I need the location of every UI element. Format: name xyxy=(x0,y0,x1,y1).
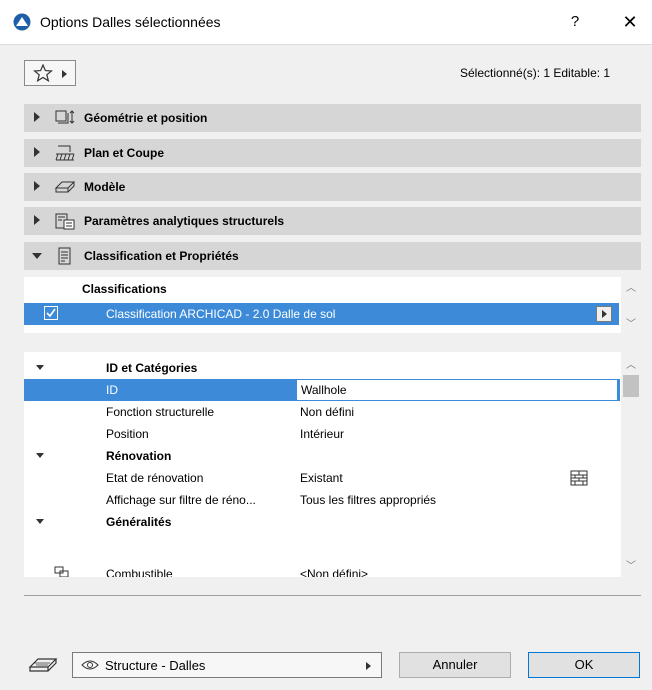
scrollbar-thumb[interactable] xyxy=(623,375,639,397)
geometry-icon xyxy=(55,110,75,124)
properties-list: ID et Catégories ID Wallhole Fonction st… xyxy=(24,352,641,577)
expand-arrow-icon xyxy=(34,215,40,225)
classification-checkbox[interactable] xyxy=(44,306,58,320)
property-row[interactable]: Fonction structurelle Non défini xyxy=(24,401,620,423)
property-label: Combustible xyxy=(106,567,173,577)
help-button[interactable]: ? xyxy=(565,10,585,34)
property-value: <Non défini> xyxy=(300,567,369,577)
classification-text: Classification ARCHICAD - 2.0 Dalle de s… xyxy=(106,307,336,321)
panel-plan-section[interactable]: Plan et Coupe xyxy=(24,139,641,167)
archicad-app-icon xyxy=(13,13,31,31)
expand-arrow-icon xyxy=(34,181,40,191)
property-row-id[interactable]: ID Wallhole xyxy=(24,379,620,401)
structural-icon xyxy=(55,213,75,230)
eye-icon xyxy=(81,660,99,670)
close-button[interactable]: ✕ xyxy=(620,10,640,34)
favorites-button[interactable] xyxy=(24,60,76,86)
panel-label: Classification et Propriétés xyxy=(84,249,239,263)
scroll-down-icon[interactable]: ﹀ xyxy=(626,315,636,330)
property-group-header[interactable]: Rénovation xyxy=(24,445,620,467)
window-title: Options Dalles sélectionnées xyxy=(40,14,221,30)
property-value: Non défini xyxy=(300,405,355,419)
renovation-brick-icon[interactable] xyxy=(570,470,588,486)
property-row[interactable]: Position Intérieur xyxy=(24,423,620,445)
panel-label: Géométrie et position xyxy=(84,111,208,125)
panel-classification-properties[interactable]: Classification et Propriétés xyxy=(24,242,641,270)
document-icon xyxy=(58,247,71,265)
panel-label: Modèle xyxy=(84,180,126,194)
star-icon xyxy=(33,64,53,82)
classifications-header: Classifications xyxy=(82,282,167,296)
property-value: Intérieur xyxy=(300,427,345,441)
property-label: Etat de rénovation xyxy=(106,471,204,485)
slab-tool-icon xyxy=(28,658,58,672)
collapse-arrow-icon xyxy=(36,365,44,370)
cancel-button[interactable]: Annuler xyxy=(399,652,511,678)
collapse-arrow-icon xyxy=(36,453,44,458)
footer-divider xyxy=(24,595,641,596)
id-input[interactable]: Wallhole xyxy=(296,379,618,401)
property-row[interactable]: Etat de rénovation Existant xyxy=(24,467,620,489)
scroll-up-icon[interactable]: ︿ xyxy=(626,279,636,294)
expand-arrow-icon xyxy=(34,147,40,157)
caret-right-icon xyxy=(366,662,371,670)
property-label: Fonction structurelle xyxy=(106,405,215,419)
plan-section-icon xyxy=(55,145,75,161)
selection-info: Sélectionné(s): 1 Editable: 1 xyxy=(460,66,611,80)
expand-arrow-icon xyxy=(34,112,40,122)
classification-expand-button[interactable] xyxy=(596,306,612,322)
collapse-arrow-icon xyxy=(32,253,42,259)
id-input-value: Wallhole xyxy=(301,383,347,397)
panel-label: Paramètres analytiques structurels xyxy=(84,214,285,228)
property-row[interactable]: Combustible <Non défini> xyxy=(24,563,620,577)
scroll-down-icon[interactable]: ﹀ xyxy=(626,557,636,572)
group-label: Rénovation xyxy=(106,449,172,463)
checkmark-icon xyxy=(46,308,56,318)
group-label: ID et Catégories xyxy=(106,361,198,375)
ok-button[interactable]: OK xyxy=(528,652,640,678)
group-label: Généralités xyxy=(106,515,172,529)
collapse-arrow-icon xyxy=(36,519,44,524)
panel-structural-analytics[interactable]: Paramètres analytiques structurels xyxy=(24,207,641,235)
property-value: Tous les filtres appropriés xyxy=(300,493,437,507)
layer-select[interactable]: Structure - Dalles xyxy=(72,652,382,678)
property-group-header[interactable]: Généralités xyxy=(24,511,620,533)
panel-model[interactable]: Modèle xyxy=(24,173,641,201)
property-group-header[interactable]: ID et Catégories xyxy=(24,357,620,379)
classifications-scrollbar[interactable]: ︿ ﹀ xyxy=(621,277,641,333)
layer-select-label: Structure - Dalles xyxy=(105,658,206,673)
scroll-up-icon[interactable]: ︿ xyxy=(626,356,636,371)
property-label: ID xyxy=(106,383,118,397)
caret-right-icon xyxy=(602,310,607,318)
link-icon xyxy=(54,566,69,577)
panel-label: Plan et Coupe xyxy=(84,146,165,160)
property-row[interactable]: Affichage sur filtre de réno... Tous les… xyxy=(24,489,620,511)
caret-right-icon xyxy=(62,70,67,78)
property-label: Affichage sur filtre de réno... xyxy=(106,493,256,507)
panel-geometry-position[interactable]: Géométrie et position xyxy=(24,104,641,132)
property-value: Existant xyxy=(300,471,343,485)
model-icon xyxy=(54,181,76,193)
property-label: Position xyxy=(106,427,149,441)
